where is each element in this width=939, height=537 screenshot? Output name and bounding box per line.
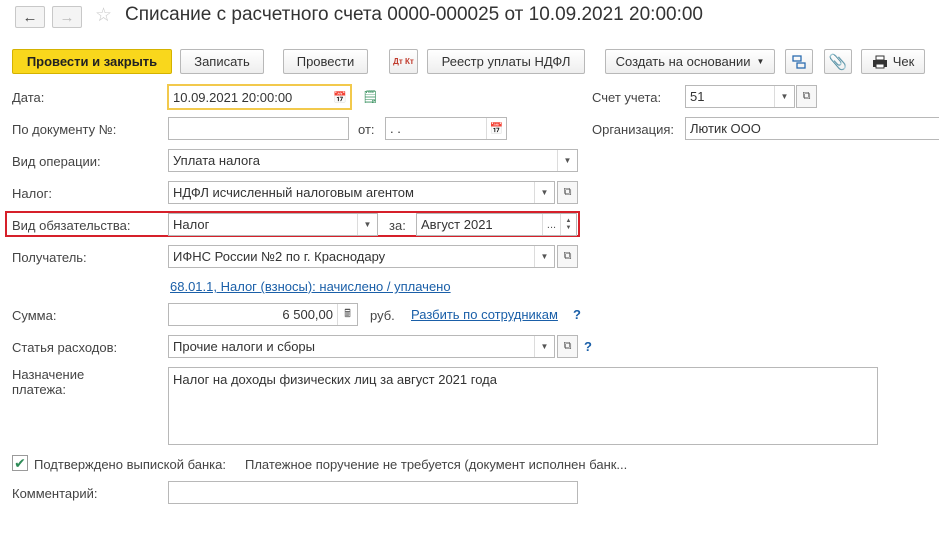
open-icon: ⧉ — [563, 186, 572, 198]
chevron-down-icon[interactable]: ▼ — [534, 246, 554, 267]
sum-input[interactable]: 6 500,00 🖩 — [168, 303, 358, 326]
star-icon[interactable]: ☆ — [95, 4, 112, 27]
printer-icon — [872, 55, 887, 68]
doc-from-value: . . — [390, 121, 401, 136]
doc-number-input[interactable] — [168, 117, 349, 140]
account-68-link[interactable]: 68.01.1, Налог (взносы): начислено / упл… — [170, 279, 451, 294]
forward-button[interactable]: → — [52, 6, 82, 28]
payment-purpose-textarea[interactable]: Налог на доходы физических лиц за август… — [168, 367, 878, 445]
structure-button[interactable] — [785, 49, 813, 74]
tax-label: Налог: — [12, 186, 52, 201]
date-field[interactable]: 10.09.2021 20:00:00 📅 — [167, 84, 352, 110]
obligation-type-label: Вид обязательства: — [12, 218, 131, 233]
operation-type-select[interactable]: Уплата налога ▼ — [168, 149, 578, 172]
expense-item-select[interactable]: Прочие налоги и сборы ▼ — [168, 335, 555, 358]
checkmark-icon: ✔ — [14, 455, 26, 471]
payment-order-status: Платежное поручение не требуется (докуме… — [245, 457, 628, 472]
obligation-type-value: Налог — [173, 217, 210, 232]
help-icon[interactable]: ? — [584, 339, 592, 354]
currency-label: руб. — [370, 308, 395, 323]
dt-kt-button[interactable]: Дт Кт — [389, 49, 418, 74]
create-based-on-button[interactable]: Создать на основании ▼ — [605, 49, 775, 74]
ndfl-registry-label: Реестр уплаты НДФЛ — [441, 54, 571, 69]
structure-icon — [792, 54, 806, 69]
organization-value: Лютик ООО — [690, 121, 761, 136]
recipient-open-button[interactable]: ⧉ — [557, 245, 578, 268]
calendar-icon[interactable]: 📅 — [330, 86, 350, 108]
attach-button[interactable]: 📎 — [824, 49, 852, 74]
ndfl-registry-button[interactable]: Реестр уплаты НДФЛ — [427, 49, 585, 74]
expense-open-button[interactable]: ⧉ — [557, 335, 578, 358]
open-icon: ⧉ — [802, 90, 811, 102]
account-field[interactable]: 51 ▼ — [685, 85, 795, 108]
chevron-down-icon[interactable]: ▼ — [534, 336, 554, 357]
document-status-icon[interactable]: 🗒 — [362, 89, 379, 105]
expense-item-label: Статья расходов: — [12, 340, 118, 355]
help-icon[interactable]: ? — [573, 307, 581, 322]
doc-number-label: По документу №: — [12, 122, 117, 137]
post-and-close-label: Провести и закрыть — [26, 54, 158, 69]
obligation-type-select[interactable]: Налог ▼ — [168, 213, 378, 236]
sum-value: 6 500,00 — [282, 307, 333, 322]
organization-label: Организация: — [592, 122, 675, 137]
recipient-label: Получатель: — [12, 250, 87, 265]
back-button[interactable]: ← — [15, 6, 45, 28]
paperclip-icon: 📎 — [828, 53, 848, 71]
post-button[interactable]: Провести — [283, 49, 368, 74]
payment-purpose-value: Налог на доходы физических лиц за август… — [173, 372, 497, 387]
open-icon: ⧉ — [563, 250, 572, 262]
organization-field[interactable]: Лютик ООО — [685, 117, 939, 140]
chevron-down-icon[interactable]: ▼ — [534, 182, 554, 203]
receipt-label: Чек — [892, 54, 915, 69]
split-by-employees-link[interactable]: Разбить по сотрудникам — [411, 307, 558, 322]
recipient-value: ИФНС России №2 по г. Краснодару — [173, 249, 386, 264]
bank-confirmed-label: Подтверждено выпиской банка: — [34, 457, 226, 472]
tax-value: НДФЛ исчисленный налоговым агентом — [173, 185, 414, 200]
sum-label: Сумма: — [12, 308, 57, 323]
operation-type-label: Вид операции: — [12, 154, 101, 169]
post-label: Провести — [296, 54, 355, 69]
open-icon: ⧉ — [563, 340, 572, 352]
save-button[interactable]: Записать — [180, 49, 264, 74]
account-value: 51 — [690, 89, 705, 104]
chevron-down-icon[interactable]: ▼ — [357, 214, 377, 235]
window-title: Списание с расчетного счета 0000-000025 … — [125, 4, 703, 25]
comment-label: Комментарий: — [12, 486, 98, 501]
doc-from-label: от: — [358, 122, 375, 137]
calendar-icon[interactable]: 📅 — [486, 118, 506, 139]
date-value: 10.09.2021 20:00:00 — [173, 89, 293, 105]
period-select-button[interactable]: ... — [542, 214, 560, 235]
expense-item-value: Прочие налоги и сборы — [173, 339, 316, 354]
dt-kt-icon: Дт Кт — [393, 56, 414, 66]
chevron-down-icon[interactable]: ▼ — [774, 86, 794, 107]
save-label: Записать — [194, 54, 250, 69]
bank-confirmed-checkbox[interactable]: ✔ — [12, 455, 28, 471]
doc-from-date-field[interactable]: . . 📅 — [385, 117, 507, 140]
chevron-down-icon[interactable]: ▼ — [557, 150, 577, 171]
period-value: Август 2021 — [421, 217, 493, 232]
create-based-on-label: Создать на основании — [615, 54, 751, 69]
payment-purpose-label-line1: Назначение — [12, 367, 85, 382]
comment-input[interactable] — [168, 481, 578, 504]
tax-select[interactable]: НДФЛ исчисленный налоговым агентом ▼ — [168, 181, 555, 204]
spinner-icon[interactable]: ▲ ▼ — [560, 214, 576, 235]
tax-open-button[interactable]: ⧉ — [557, 181, 578, 204]
payment-purpose-label-line2: платежа: — [12, 382, 66, 397]
receipt-button[interactable]: Чек — [861, 49, 925, 74]
caret-down-icon: ▼ — [756, 57, 765, 66]
period-label: за: — [389, 218, 406, 233]
account-open-button[interactable]: ⧉ — [796, 85, 817, 108]
post-and-close-button[interactable]: Провести и закрыть — [12, 49, 172, 74]
recipient-select[interactable]: ИФНС России №2 по г. Краснодару ▼ — [168, 245, 555, 268]
account-label: Счет учета: — [592, 90, 662, 105]
calculator-icon[interactable]: 🖩 — [337, 304, 357, 325]
date-label: Дата: — [12, 90, 45, 105]
arrow-left-icon: ← — [22, 8, 38, 26]
operation-type-value: Уплата налога — [173, 153, 260, 168]
period-field[interactable]: Август 2021 ... ▲ ▼ — [416, 213, 577, 236]
arrow-right-icon: → — [59, 8, 75, 26]
